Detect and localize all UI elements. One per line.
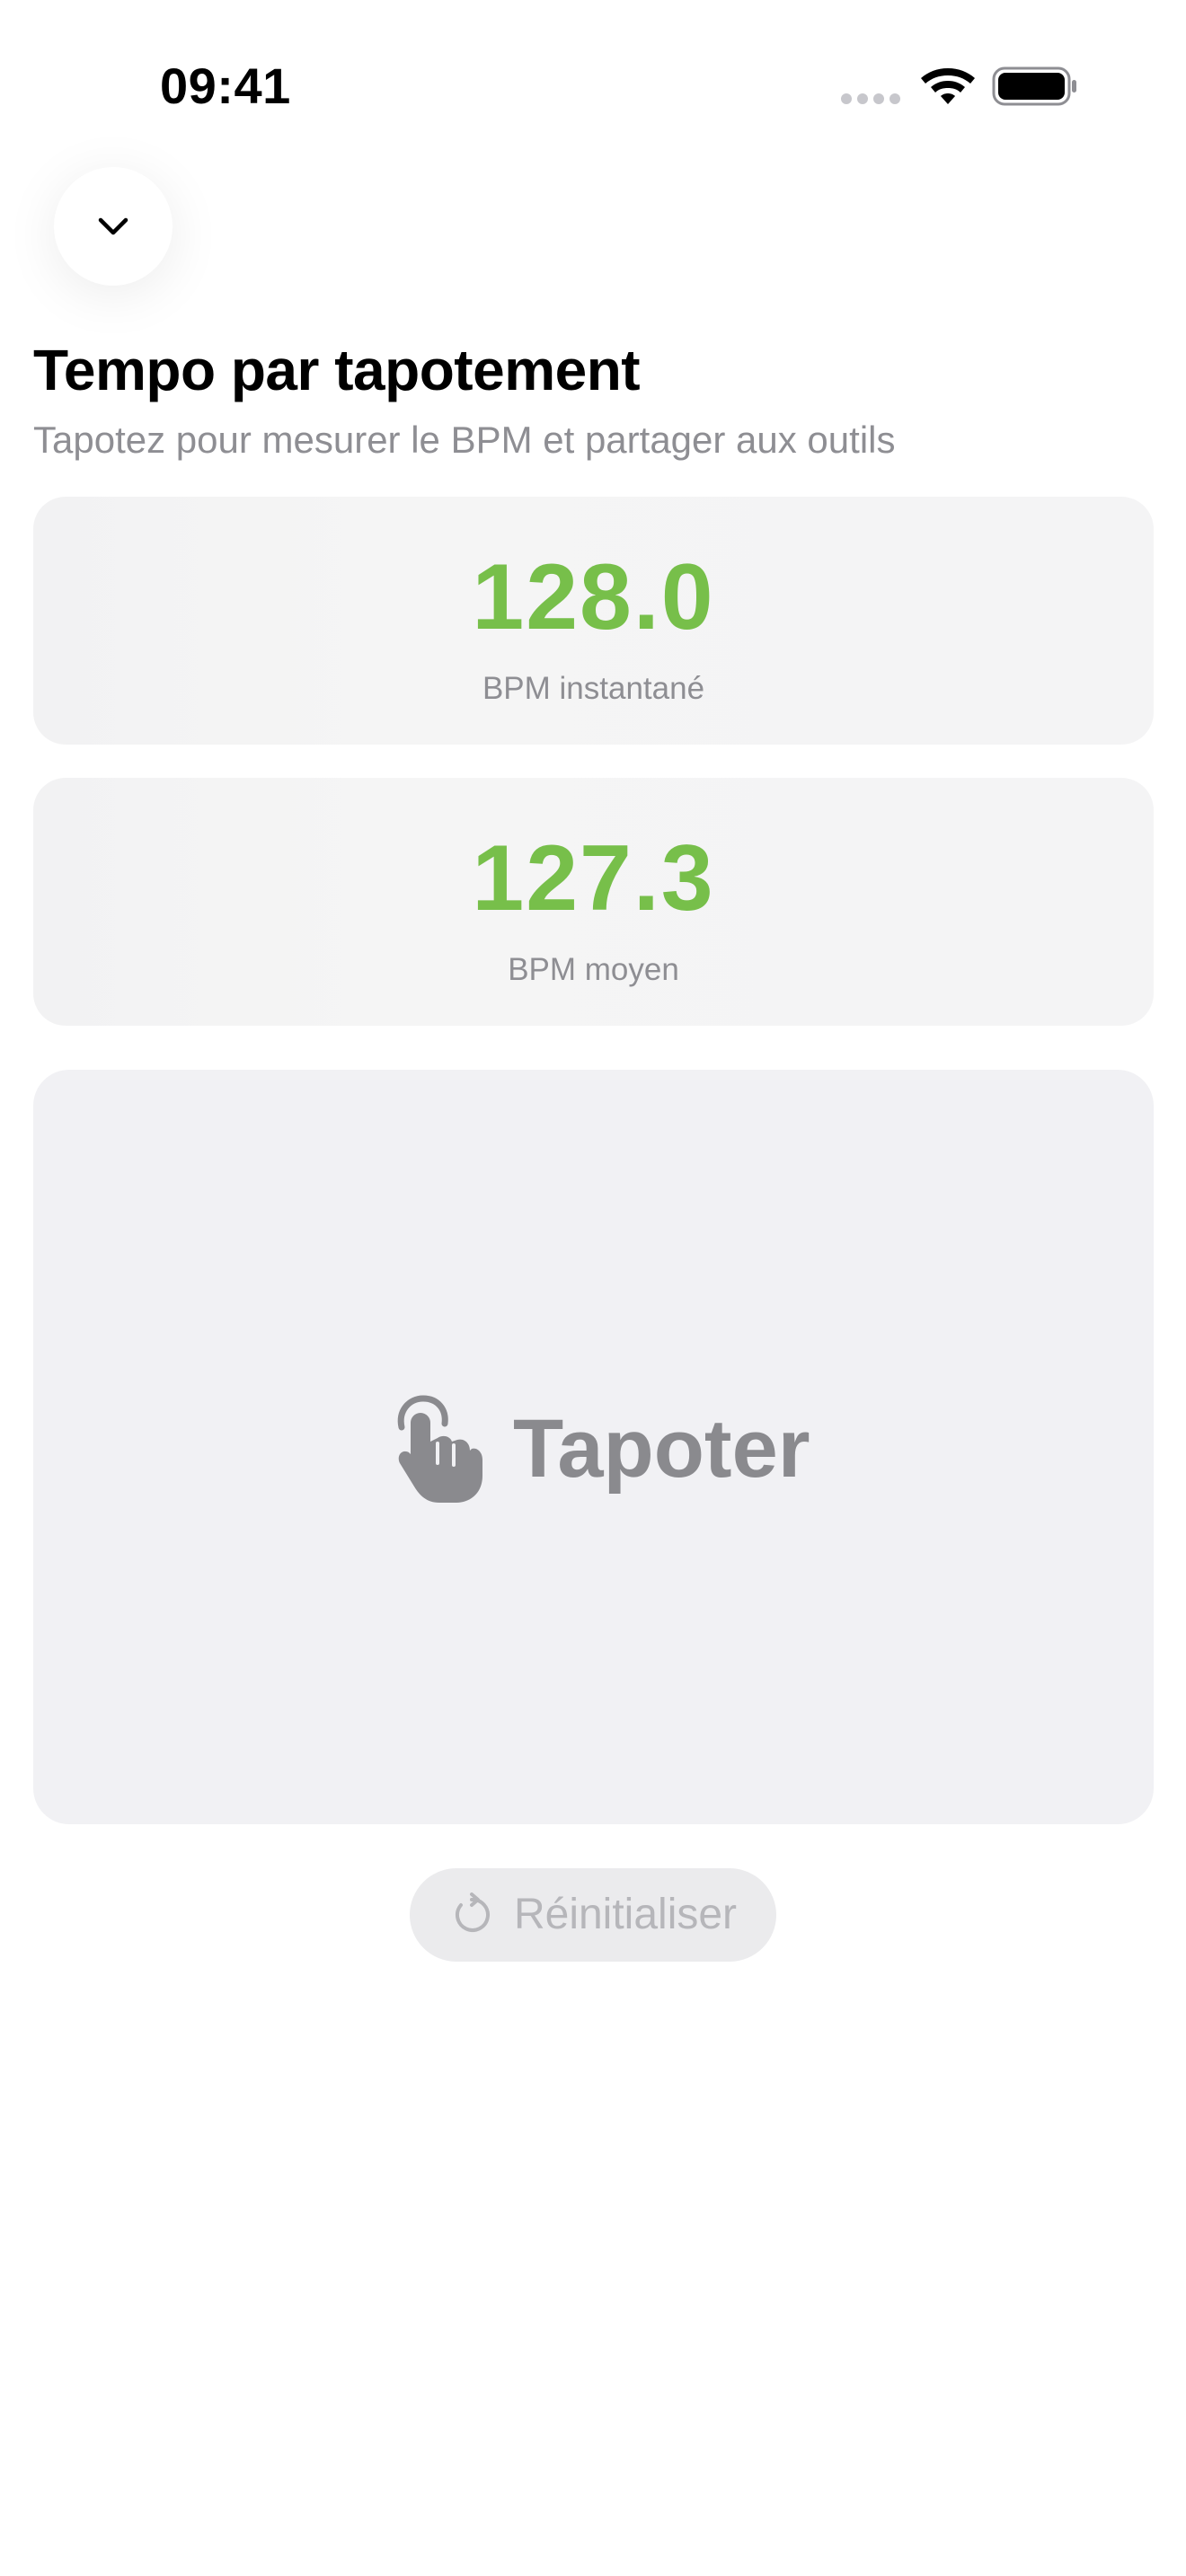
chevron-down-icon bbox=[98, 217, 128, 235]
wifi-icon bbox=[920, 65, 976, 106]
tap-pad-content: Tapoter bbox=[387, 1393, 810, 1504]
page-subtitle: Tapotez pour mesurer le BPM et partager … bbox=[33, 419, 896, 461]
average-bpm-label: BPM moyen bbox=[508, 952, 679, 987]
reset-arrow-icon bbox=[455, 1892, 490, 1932]
instant-bpm-label: BPM instantané bbox=[482, 671, 705, 706]
dismiss-button[interactable] bbox=[54, 167, 173, 286]
reset-label: Réinitialiser bbox=[513, 1891, 738, 1938]
average-bpm-value: 127.3 bbox=[472, 826, 715, 931]
instant-bpm-card: 128.0 BPM instantané bbox=[33, 497, 1154, 745]
hand-tap-icon bbox=[387, 1393, 486, 1504]
page-title: Tempo par tapotement bbox=[33, 338, 641, 402]
tap-pad[interactable]: Tapoter bbox=[33, 1070, 1154, 1824]
status-time: 09:41 bbox=[160, 57, 291, 114]
cellular-signal-icon bbox=[841, 93, 902, 104]
battery-icon bbox=[992, 66, 1078, 106]
average-bpm-card: 127.3 BPM moyen bbox=[33, 778, 1154, 1026]
reset-button[interactable]: Réinitialiser bbox=[410, 1868, 776, 1962]
tap-label: Tapoter bbox=[513, 1403, 810, 1495]
instant-bpm-value: 128.0 bbox=[472, 545, 715, 649]
